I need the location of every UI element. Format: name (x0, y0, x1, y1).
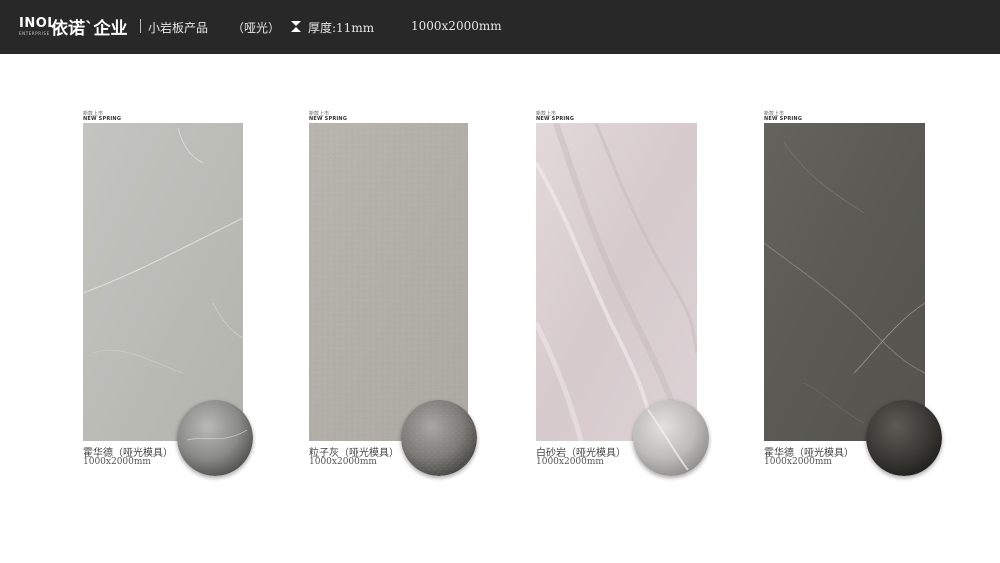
brand-name-cn: 依诺`企业 (51, 19, 128, 39)
thickness-label: 厚度:11mm (308, 21, 375, 35)
header-bar: INOL ENTERPRISE 依诺`企业 小岩板产品 （哑光） 厚度:11mm… (0, 0, 1000, 54)
texture-swatch (633, 400, 709, 476)
texture-swatch (177, 400, 253, 476)
product-size: 1000x2000mm (83, 457, 151, 467)
size-label: 1000x2000mm (411, 19, 502, 33)
new-tag-en: NEW SPRING (309, 116, 348, 122)
product-size: 1000x2000mm (536, 457, 604, 467)
new-tag-en: NEW SPRING (83, 116, 122, 122)
thickness-icon (291, 21, 301, 32)
product-card[interactable]: 新款上市 NEW SPRING 霍华德（哑光模具） 1000x2000mm (83, 110, 283, 490)
texture-swatch (866, 400, 942, 476)
new-tag-en: NEW SPRING (764, 116, 803, 122)
texture-swatch (401, 400, 477, 476)
slab-image[interactable] (309, 123, 468, 441)
slab-image[interactable] (764, 123, 925, 441)
header-divider (140, 19, 141, 33)
brand-subtitle: ENTERPRISE (19, 31, 50, 36)
product-card[interactable]: 新款上市 NEW SPRING 白砂岩（哑光模具） 1000x2000mm (536, 110, 736, 490)
product-size: 1000x2000mm (764, 457, 832, 467)
slab-image[interactable] (536, 123, 697, 441)
product-type: 小岩板产品 (148, 21, 209, 35)
finish-label: （哑光） (232, 21, 281, 35)
product-card[interactable]: 新款上市 NEW SPRING 霍华德（哑光模具） 1000x2000mm (764, 110, 964, 490)
slab-image[interactable] (83, 123, 243, 441)
product-size: 1000x2000mm (309, 457, 377, 467)
new-tag-en: NEW SPRING (536, 116, 575, 122)
product-card[interactable]: 新款上市 NEW SPRING 粒子灰（哑光模具） 1000x2000mm (309, 110, 509, 490)
